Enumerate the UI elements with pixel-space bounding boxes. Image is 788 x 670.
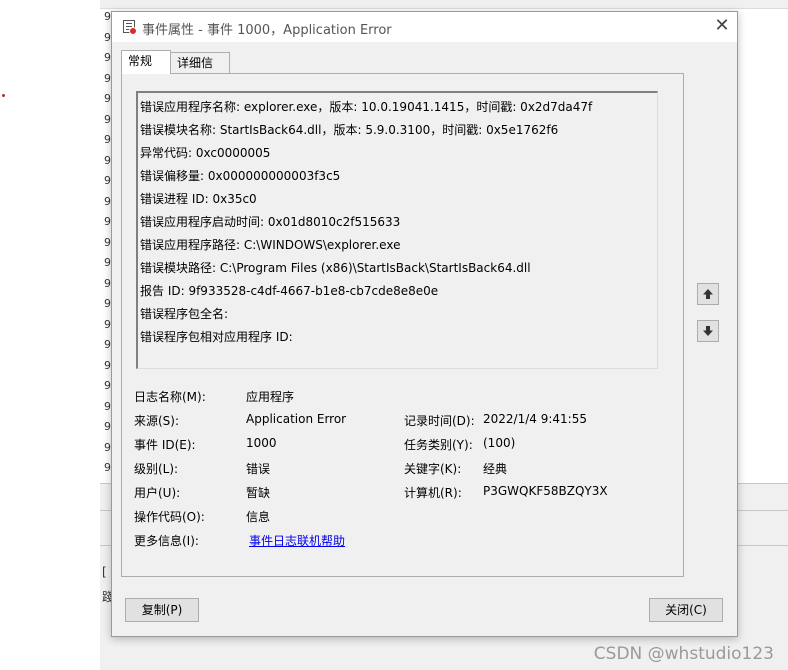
description-line: 错误应用程序名称: explorer.exe，版本: 10.0.19041.14… — [140, 100, 593, 114]
description-line: 错误应用程序启动时间: 0x01d8010c2f515633 — [140, 215, 401, 229]
window-title: 事件属性 - 事件 1000，Application Error — [142, 23, 392, 38]
task-category-label: 任务类别(Y): — [404, 438, 473, 452]
logged-value: 2022/1/4 9:41:55 — [483, 412, 587, 426]
event-properties-dialog: 事件属性 - 事件 1000，Application Error ✕ 常规 详细… — [111, 11, 738, 637]
more-info-label: 更多信息(I): — [134, 534, 199, 548]
copy-button[interactable]: 复制(P) — [125, 598, 199, 622]
event-id-value: 1000 — [246, 436, 277, 450]
event-description-textbox[interactable]: 错误应用程序名称: explorer.exe，版本: 10.0.19041.14… — [136, 91, 658, 369]
description-line: 错误模块路径: C:\Program Files (x86)\StartIsBa… — [140, 261, 531, 275]
computer-value: P3GWQKF58BZQY3X — [483, 484, 608, 498]
background-row-marker: 9 — [104, 379, 111, 392]
background-row-marker: 9 — [104, 153, 111, 167]
description-line: 错误程序包相对应用程序 ID: — [140, 330, 293, 344]
background-row-marker: 9 — [104, 297, 111, 310]
close-button[interactable]: 关闭(C) — [649, 598, 723, 622]
description-line: 错误模块名称: StartIsBack64.dll，版本: 5.9.0.3100… — [140, 123, 559, 137]
watermark: CSDN @whstudio123 — [593, 644, 774, 664]
event-id-label: 事件 ID(E): — [134, 438, 196, 452]
previous-event-button[interactable] — [697, 283, 719, 305]
description-line: 错误程序包全名: — [140, 307, 229, 321]
background-row-marker: 9 — [104, 276, 111, 290]
background-row-marker: 9 — [104, 133, 111, 146]
description-line: 报告 ID: 9f933528-c4df-4667-b1e8-cb7cde8e8… — [140, 284, 439, 298]
background-row-marker: 9 — [104, 235, 111, 249]
background-row-marker: 9 — [104, 30, 111, 44]
general-tab-panel: 错误应用程序名称: explorer.exe，版本: 10.0.19041.14… — [121, 73, 684, 577]
level-value: 错误 — [246, 462, 271, 476]
opcode-value: 信息 — [246, 510, 271, 524]
close-icon[interactable]: ✕ — [707, 12, 737, 42]
computer-label: 计算机(R): — [404, 486, 462, 500]
description-line: 错误进程 ID: 0x35c0 — [140, 192, 257, 206]
background-row-marker: 9 — [104, 51, 111, 64]
tab-general[interactable]: 常规 — [121, 50, 171, 74]
keywords-value: 经典 — [483, 462, 508, 476]
log-name-label: 日志名称(M): — [134, 390, 206, 404]
background-row-marker: 9 — [104, 10, 111, 23]
keywords-label: 关键字(K): — [404, 462, 462, 476]
level-label: 级别(L): — [134, 462, 179, 476]
background-row-marker: 9 — [104, 71, 111, 85]
description-line: 错误应用程序路径: C:\WINDOWS\explorer.exe — [140, 238, 401, 252]
red-dot-marker — [2, 94, 5, 97]
user-label: 用户(U): — [134, 486, 181, 500]
source-value: Application Error — [246, 412, 347, 426]
event-viewer-icon — [123, 20, 137, 35]
background-row-marker: 9 — [104, 194, 111, 208]
background-row-marker: 9 — [104, 174, 111, 187]
tab-details[interactable]: 详细信息 — [170, 52, 230, 90]
background-row-marker: 9 — [104, 338, 111, 351]
description-line: 异常代码: 0xc0000005 — [140, 146, 271, 160]
background-row-marker: 9 — [104, 92, 111, 105]
background-row-marker: 9 — [104, 317, 111, 331]
background-row-marker: 9 — [104, 399, 111, 413]
online-help-link[interactable]: 事件日志联机帮助 — [249, 532, 345, 549]
background-row-marker: 9 — [104, 461, 111, 474]
arrow-down-icon — [703, 326, 713, 336]
task-category-value: (100) — [483, 436, 516, 450]
user-value: 暂缺 — [246, 486, 271, 500]
opcode-label: 操作代码(O): — [134, 510, 205, 524]
background-row-marker: 9 — [104, 112, 111, 126]
background-text-fragment: [ — [102, 565, 107, 579]
background-row-marker: 9 — [104, 440, 111, 454]
logged-label: 记录时间(D): — [404, 414, 475, 428]
description-line: 错误偏移量: 0x000000000003f3c5 — [140, 169, 341, 183]
log-name-value: 应用程序 — [246, 390, 295, 404]
background-row-marker: 9 — [104, 358, 111, 372]
background-row-marker: 9 — [104, 420, 111, 433]
title-bar[interactable]: 事件属性 - 事件 1000，Application Error ✕ — [112, 12, 737, 42]
arrow-up-icon — [703, 289, 713, 299]
source-label: 来源(S): — [134, 414, 180, 428]
background-row-marker: 9 — [104, 256, 111, 269]
background-row-marker: 9 — [104, 215, 111, 228]
next-event-button[interactable] — [697, 320, 719, 342]
